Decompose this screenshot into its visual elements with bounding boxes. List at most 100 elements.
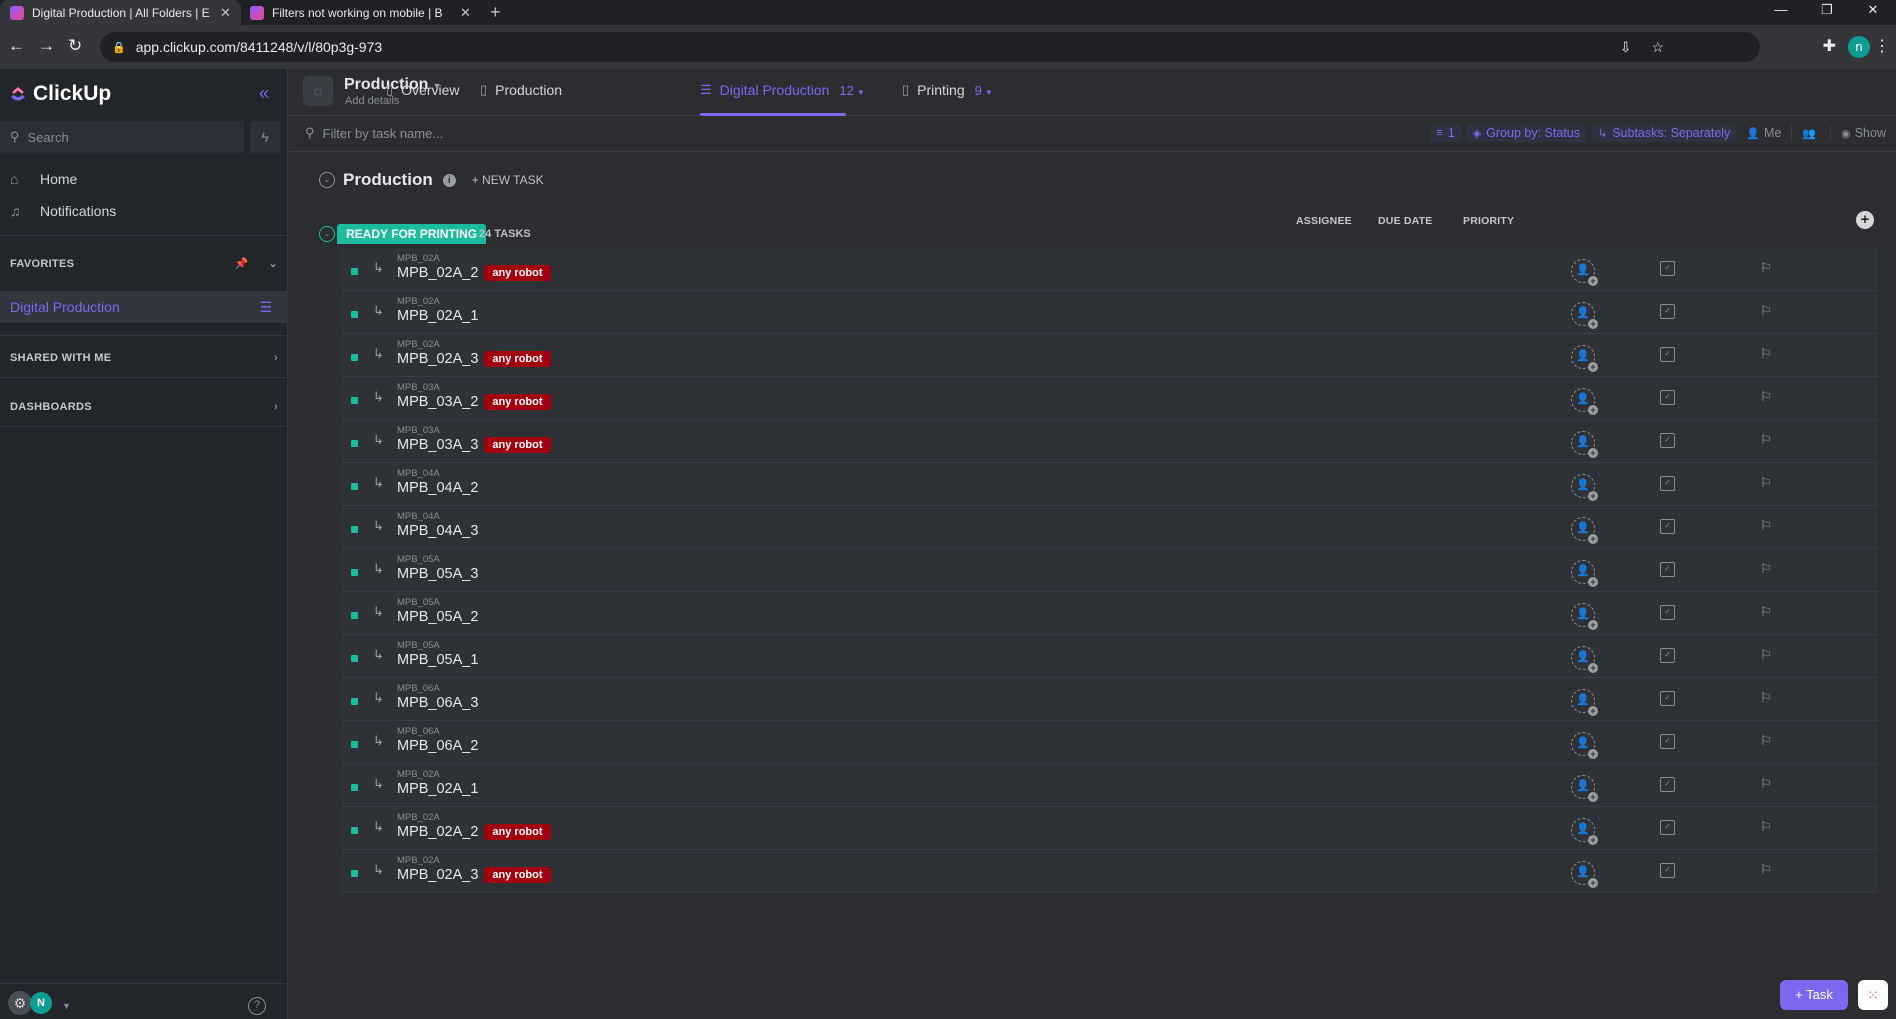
browser-tab-filters[interactable]: Filters not working on mobile | B ✕ <box>240 0 481 25</box>
calendar-icon[interactable]: ✓ <box>1660 777 1675 792</box>
task-name[interactable]: MPB_02A_1 <box>397 308 478 324</box>
parent-task-name[interactable]: MPB_03A <box>397 382 440 393</box>
collapse-list-icon[interactable]: ⌄ <box>319 172 335 188</box>
apps-grid-icon[interactable]: ⁙ <box>1858 980 1888 1010</box>
column-header-due-date[interactable]: DUE DATE <box>1378 215 1433 227</box>
browser-tab-clickup[interactable]: Digital Production | All Folders | E ✕ <box>0 0 241 25</box>
task-name[interactable]: MPB_04A_2 <box>397 480 478 496</box>
calendar-icon[interactable]: ✓ <box>1660 433 1675 448</box>
task-row[interactable]: ↳ MPB_02A MPB_02A_2 any robot 👤 + ✓ ⚐ <box>341 807 1878 850</box>
flag-icon[interactable]: ⚐ <box>1760 389 1772 405</box>
status-square-icon[interactable] <box>351 655 358 662</box>
assignee-add-icon[interactable]: 👤 + <box>1571 431 1598 458</box>
status-square-icon[interactable] <box>351 483 358 490</box>
status-square-icon[interactable] <box>351 311 358 318</box>
assignee-add-icon[interactable]: 👤 + <box>1571 302 1598 329</box>
collapse-sidebar-icon[interactable]: « <box>259 83 269 104</box>
calendar-icon[interactable]: ✓ <box>1660 476 1675 491</box>
assignee-add-icon[interactable]: 👤 + <box>1571 732 1598 759</box>
task-tag[interactable]: any robot <box>484 867 551 883</box>
assignee-add-icon[interactable]: 👤 + <box>1571 517 1598 544</box>
task-name[interactable]: MPB_05A_2 <box>397 609 478 625</box>
show-button[interactable]: ◉ Show <box>1837 124 1890 142</box>
tab-printing[interactable]: ▯ Printing 9 ▼ <box>902 82 993 98</box>
task-name[interactable]: MPB_02A_2 <box>397 824 478 840</box>
parent-task-name[interactable]: MPB_05A <box>397 554 440 565</box>
assignee-add-icon[interactable]: 👤 + <box>1571 560 1598 587</box>
flag-icon[interactable]: ⚐ <box>1760 303 1772 319</box>
assignee-add-icon[interactable]: 👤 + <box>1571 775 1598 802</box>
status-pill[interactable]: READY FOR PRINTING <box>337 224 487 244</box>
favorite-item-digital-production[interactable]: Digital Production ☰ <box>0 291 288 323</box>
favorites-header[interactable]: FAVORITES 📌 ⌄ <box>10 257 278 271</box>
flag-icon[interactable]: ⚐ <box>1760 518 1772 534</box>
flag-icon[interactable]: ⚐ <box>1760 475 1772 491</box>
reload-icon[interactable]: ↻ <box>68 36 82 56</box>
pin-icon[interactable]: 📌 <box>234 257 248 270</box>
flag-icon[interactable]: ⚐ <box>1760 647 1772 663</box>
task-row[interactable]: ↳ MPB_02A MPB_02A_1 👤 + ✓ ⚐ <box>341 764 1878 807</box>
tab-production[interactable]: ▯ Production <box>480 82 562 98</box>
status-square-icon[interactable] <box>351 784 358 791</box>
workspace-gear-icon[interactable]: ⚙ <box>8 991 32 1015</box>
browser-profile-avatar[interactable]: n <box>1848 36 1870 58</box>
parent-task-name[interactable]: MPB_02A <box>397 812 440 823</box>
install-app-icon[interactable]: ⇩ <box>1620 39 1632 56</box>
status-square-icon[interactable] <box>351 354 358 361</box>
shared-with-me-header[interactable]: SHARED WITH ME › <box>10 352 278 364</box>
task-row[interactable]: ↳ MPB_05A MPB_05A_3 👤 + ✓ ⚐ <box>341 549 1878 592</box>
bookmark-star-icon[interactable]: ☆ <box>1651 39 1664 56</box>
assignee-add-icon[interactable]: 👤 + <box>1571 388 1598 415</box>
assignee-add-icon[interactable]: 👤 + <box>1571 259 1598 286</box>
task-row[interactable]: ↳ MPB_02A MPB_02A_3 any robot 👤 + ✓ ⚐ <box>341 850 1878 893</box>
status-square-icon[interactable] <box>351 612 358 619</box>
flag-icon[interactable]: ⚐ <box>1760 733 1772 749</box>
chevron-down-icon[interactable]: ⌄ <box>268 257 278 270</box>
status-square-icon[interactable] <box>351 870 358 877</box>
status-square-icon[interactable] <box>351 526 358 533</box>
parent-task-name[interactable]: MPB_06A <box>397 726 440 737</box>
task-name[interactable]: MPB_02A_3 <box>397 351 478 367</box>
calendar-icon[interactable]: ✓ <box>1660 820 1675 835</box>
task-name[interactable]: MPB_06A_2 <box>397 738 478 754</box>
parent-task-name[interactable]: MPB_05A <box>397 597 440 608</box>
flag-icon[interactable]: ⚐ <box>1760 260 1772 276</box>
close-tab-icon[interactable]: ✕ <box>460 5 471 21</box>
parent-task-name[interactable]: MPB_04A <box>397 511 440 522</box>
add-task-button[interactable]: + Task <box>1780 980 1848 1010</box>
clickup-logo[interactable]: ClickUp <box>8 82 111 106</box>
status-square-icon[interactable] <box>351 698 358 705</box>
task-row[interactable]: ↳ MPB_02A MPB_02A_2 any robot 👤 + ✓ ⚐ <box>341 248 1878 291</box>
sidebar-item-home[interactable]: ⌂ Home <box>10 171 77 187</box>
task-row[interactable]: ↳ MPB_06A MPB_06A_3 👤 + ✓ ⚐ <box>341 678 1878 721</box>
task-row[interactable]: ↳ MPB_05A MPB_05A_2 👤 + ✓ ⚐ <box>341 592 1878 635</box>
calendar-icon[interactable]: ✓ <box>1660 304 1675 319</box>
status-square-icon[interactable] <box>351 569 358 576</box>
task-name[interactable]: MPB_02A_3 <box>397 867 478 883</box>
status-square-icon[interactable] <box>351 268 358 275</box>
flag-icon[interactable]: ⚐ <box>1760 604 1772 620</box>
status-square-icon[interactable] <box>351 440 358 447</box>
flag-icon[interactable]: ⚐ <box>1760 561 1772 577</box>
browser-menu-icon[interactable]: ⋮ <box>1874 36 1890 56</box>
calendar-icon[interactable]: ✓ <box>1660 648 1675 663</box>
task-row[interactable]: ↳ MPB_06A MPB_06A_2 👤 + ✓ ⚐ <box>341 721 1878 764</box>
help-icon[interactable]: ? <box>248 997 266 1015</box>
group-by-button[interactable]: ◈ Group by: Status <box>1466 124 1586 142</box>
parent-task-name[interactable]: MPB_04A <box>397 468 440 479</box>
calendar-icon[interactable]: ✓ <box>1660 863 1675 878</box>
task-filter-input[interactable]: ⚲ Filter by task name... <box>305 125 443 141</box>
task-tag[interactable]: any robot <box>484 351 551 367</box>
parent-task-name[interactable]: MPB_02A <box>397 769 440 780</box>
space-status-icon[interactable]: ◌ <box>303 76 333 106</box>
flag-icon[interactable]: ⚐ <box>1760 819 1772 835</box>
parent-task-name[interactable]: MPB_02A <box>397 855 440 866</box>
chevron-down-icon[interactable]: ▼ <box>62 1001 71 1011</box>
assignee-add-icon[interactable]: 👤 + <box>1571 689 1598 716</box>
column-header-assignee[interactable]: ASSIGNEE <box>1296 215 1352 227</box>
back-arrow-icon[interactable]: ← <box>8 36 25 56</box>
parent-task-name[interactable]: MPB_03A <box>397 425 440 436</box>
task-name[interactable]: MPB_05A_1 <box>397 652 478 668</box>
task-tag[interactable]: any robot <box>484 265 551 281</box>
task-name[interactable]: MPB_05A_3 <box>397 566 478 582</box>
